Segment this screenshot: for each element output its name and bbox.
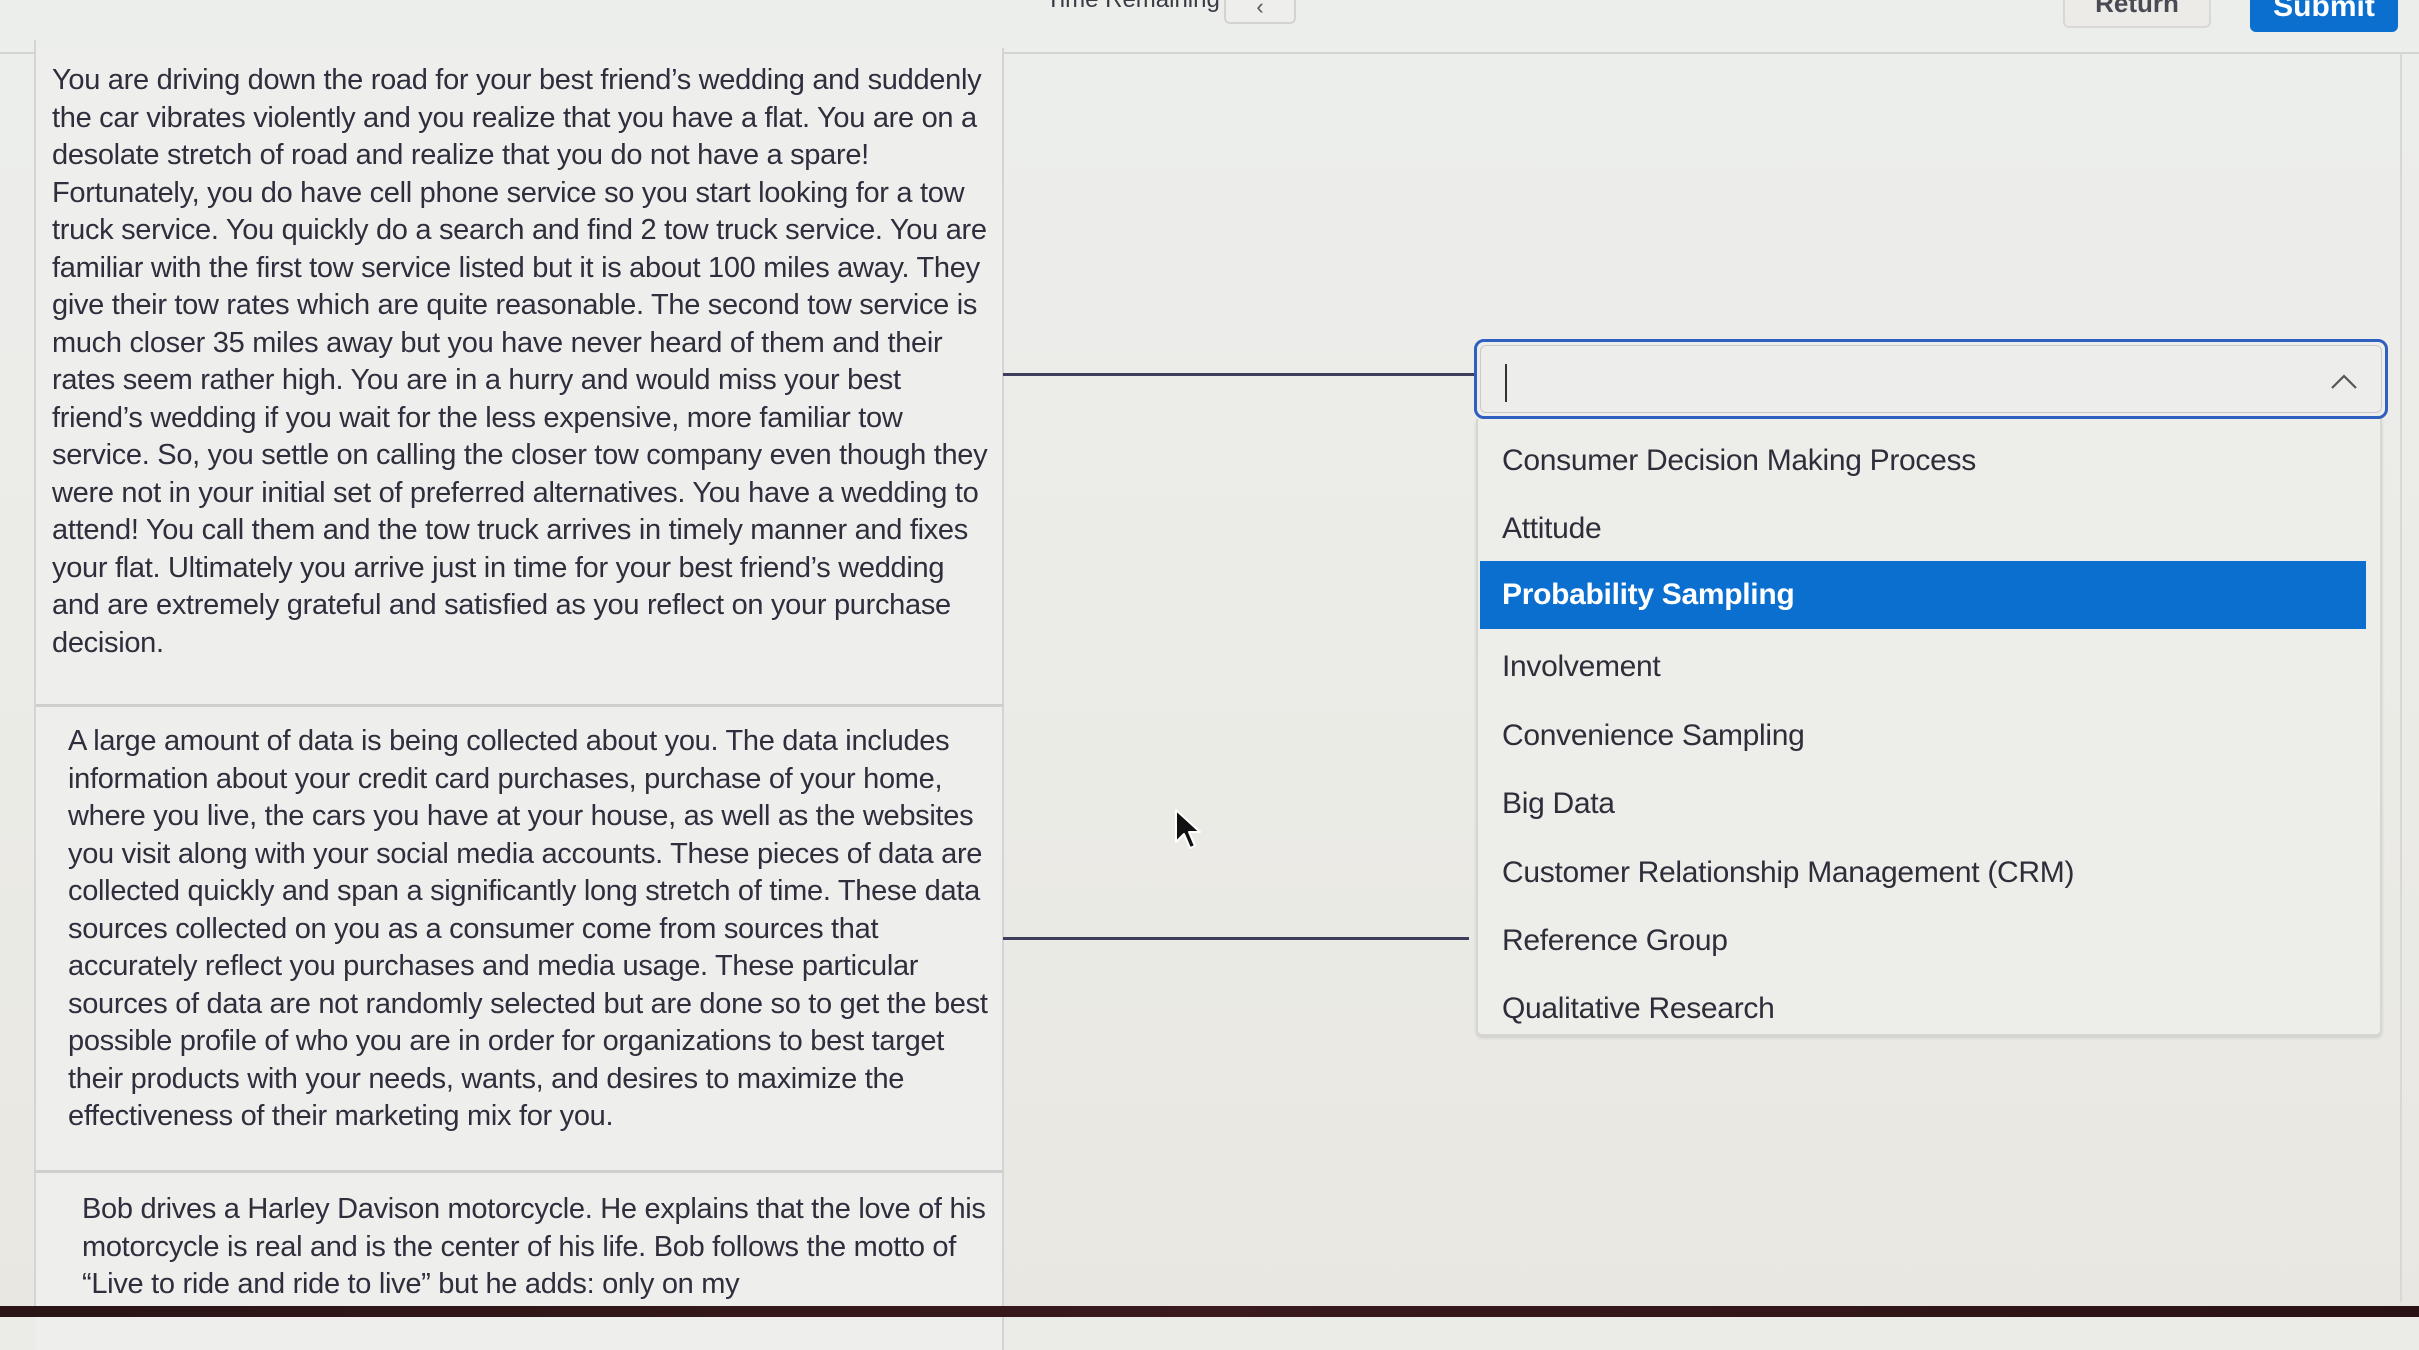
option-label: Consumer Decision Making Process: [1502, 444, 1976, 477]
option-reference-group[interactable]: Reference Group: [1478, 907, 2374, 975]
timer-toggle-button[interactable]: ‹: [1224, 0, 1296, 24]
chevron-left-icon: ‹: [1256, 0, 1264, 19]
submit-button-label: Submit: [2273, 0, 2375, 23]
option-label: Convenience Sampling: [1502, 719, 1805, 752]
mouse-pointer-icon: [1175, 809, 1201, 849]
prompt-cell: Bob drives a Harley Davison motorcycle. …: [36, 1170, 1004, 1350]
matching-question-page: Time Remaining ‹ Return Submit You are d…: [0, 0, 2419, 1350]
prompt-text: Bob drives a Harley Davison motorcycle. …: [82, 1193, 986, 1300]
prompt-text: You are driving down the road for your b…: [52, 64, 988, 659]
prompt-cell: A large amount of data is being collecte…: [36, 704, 1004, 1214]
text-caret: [1505, 364, 1507, 402]
prompt-cell: You are driving down the road for your b…: [36, 48, 1004, 713]
option-big-data[interactable]: Big Data: [1478, 770, 2374, 838]
answer-options-list: Consumer Decision Making Process Attitud…: [1476, 419, 2382, 1036]
option-convenience-sampling[interactable]: Convenience Sampling: [1478, 702, 2374, 770]
option-label: Probability Sampling: [1502, 578, 1795, 611]
option-qualitative-research[interactable]: Qualitative Research: [1478, 975, 2374, 1043]
option-label: Qualitative Research: [1502, 992, 1775, 1025]
option-attitude[interactable]: Attitude: [1478, 495, 2374, 563]
answer-select-field: [1480, 345, 2382, 413]
time-remaining-label: Time Remaining: [1046, 0, 1220, 14]
option-probability-sampling[interactable]: Probability Sampling: [1480, 561, 2366, 629]
option-crm[interactable]: Customer Relationship Management (CRM): [1478, 839, 2374, 907]
option-label: Big Data: [1502, 787, 1615, 820]
submit-button[interactable]: Submit: [2250, 0, 2398, 32]
prompt-text: A large amount of data is being collecte…: [68, 725, 988, 1132]
panel-right-border: [2400, 52, 2402, 1302]
option-label: Attitude: [1502, 512, 1602, 545]
option-label: Involvement: [1502, 650, 1661, 683]
chevron-up-icon[interactable]: [2329, 370, 2359, 394]
return-button-label: Return: [2095, 0, 2179, 18]
option-consumer-decision-making-process[interactable]: Consumer Decision Making Process: [1478, 427, 2374, 495]
option-involvement[interactable]: Involvement: [1478, 633, 2374, 701]
option-label: Reference Group: [1502, 924, 1728, 957]
screen-bezel: [0, 1306, 2419, 1317]
answer-select-input[interactable]: [1474, 339, 2388, 419]
prompt-column: You are driving down the road for your b…: [34, 40, 1004, 1350]
match-connector-line: [1003, 373, 1475, 376]
match-connector-line: [1003, 937, 1469, 940]
return-button[interactable]: Return: [2063, 0, 2211, 28]
option-label: Customer Relationship Management (CRM): [1502, 856, 2075, 889]
